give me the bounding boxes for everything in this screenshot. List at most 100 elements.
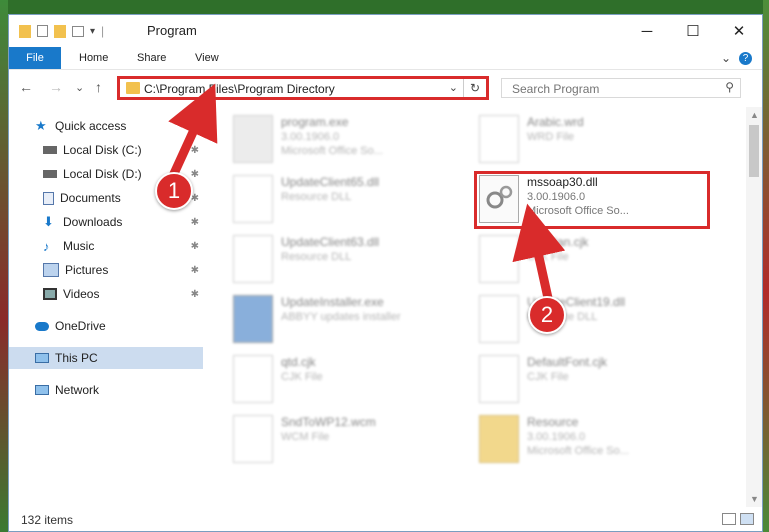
file-name: Resource	[527, 415, 579, 429]
forward-button[interactable]: →	[49, 79, 63, 95]
address-dropdown-icon[interactable]: ⌄	[449, 81, 458, 94]
sidebar-item-music[interactable]: ♪ Music ✱	[9, 235, 203, 257]
dll-file-icon	[479, 295, 519, 343]
sidebar-item-label: Pictures	[65, 263, 109, 277]
document-icon	[233, 415, 273, 463]
up-button[interactable]: ↑	[95, 79, 102, 95]
properties-icon[interactable]	[37, 25, 48, 37]
documents-icon	[43, 191, 54, 205]
sidebar-item-network[interactable]: Network	[9, 379, 203, 401]
sidebar-item-label: OneDrive	[55, 319, 106, 333]
maximize-button[interactable]: ☐	[670, 15, 716, 47]
desktop-background-right	[763, 0, 769, 532]
file-name: DefaultFont.cjk	[527, 355, 608, 369]
ribbon-tabs: File Home Share View ⌄ ?	[9, 47, 762, 70]
large-icons-view-icon[interactable]	[740, 513, 754, 525]
file-detail: ABBYY updates installer	[281, 311, 401, 323]
sidebar-item-label: Local Disk (D:)	[63, 167, 142, 181]
file-name: program.exe	[281, 115, 349, 129]
step-badge-2: 2	[528, 296, 566, 334]
scroll-down-icon[interactable]: ▼	[750, 494, 759, 504]
new-folder-icon[interactable]	[54, 24, 66, 38]
status-bar: 132 items	[9, 509, 762, 531]
file-name: SndToWP12.wcm	[281, 415, 376, 429]
dll-file-icon	[233, 235, 273, 283]
toolbar-dropdown-icon[interactable]: ▾	[90, 26, 95, 37]
download-icon: ⬇	[43, 214, 54, 229]
dll-file-icon	[233, 175, 273, 223]
list-item[interactable]: program.exe 3.00.1906.0 Microsoft Office…	[233, 111, 463, 167]
list-item[interactable]: UpdateClient65.dll Resource DLL	[233, 171, 463, 227]
sidebar-item-quick-access[interactable]: ★ Quick access	[9, 115, 203, 137]
vertical-scrollbar[interactable]: ▲ ▼	[746, 107, 762, 507]
tab-view[interactable]: View	[195, 52, 219, 64]
list-item[interactable]: qtd.cjk CJK File	[233, 351, 463, 407]
list-item[interactable]: DefaultFont.cjk CJK File	[479, 351, 709, 407]
file-list: program.exe 3.00.1906.0 Microsoft Office…	[209, 107, 739, 507]
list-item[interactable]: Resource 3.00.1906.0 Microsoft Office So…	[479, 411, 709, 467]
list-item[interactable]: Russian.cjk CJK File	[479, 231, 709, 287]
document-icon	[479, 355, 519, 403]
details-view-icon[interactable]	[722, 513, 736, 525]
search-input[interactable]	[510, 80, 714, 98]
file-detail: Resource DLL	[281, 191, 352, 203]
search-box[interactable]: ⚲	[501, 78, 741, 98]
pin-icon: ✱	[190, 240, 199, 252]
pin-icon: ✱	[190, 144, 199, 156]
tab-share[interactable]: Share	[137, 52, 166, 64]
sidebar-item-label: Local Disk (C:)	[63, 143, 142, 157]
file-name: Russian.cjk	[527, 235, 589, 249]
item-count: 132 items	[21, 513, 74, 527]
network-icon	[35, 385, 49, 395]
address-bar[interactable]: C:\Program Files\Program Directory ⌄ ↻	[117, 76, 489, 100]
help-icon[interactable]: ?	[739, 51, 752, 65]
list-item[interactable]: UpdateClient19.dll Resource DLL	[479, 291, 709, 347]
explorer-window: ▾ | Program ─ ☐ ✕ File Home Share View ⌄…	[8, 14, 763, 532]
file-detail: CJK File	[281, 371, 323, 383]
navigation-bar: ← → ⌄ ↑ C:\Program Files\Program Directo…	[9, 71, 762, 105]
sidebar-item-videos[interactable]: Videos ✱	[9, 283, 203, 305]
file-name: UpdateInstaller.exe	[281, 295, 384, 309]
search-icon[interactable]: ⚲	[725, 80, 734, 94]
tab-file[interactable]: File	[9, 47, 61, 69]
refresh-button[interactable]: ↻	[463, 79, 486, 97]
scroll-thumb[interactable]	[749, 125, 759, 177]
minimize-button[interactable]: ─	[624, 15, 670, 47]
sidebar-item-local-disk-c[interactable]: Local Disk (C:) ✱	[9, 139, 203, 161]
address-path[interactable]: C:\Program Files\Program Directory	[144, 82, 335, 96]
list-item[interactable]: UpdateClient63.dll Resource DLL	[233, 231, 463, 287]
recent-locations-button[interactable]: ⌄	[75, 81, 84, 94]
sidebar-item-label: Network	[55, 383, 100, 397]
back-button[interactable]: ←	[19, 79, 33, 95]
sidebar-item-label: Videos	[63, 287, 100, 301]
expand-ribbon-icon[interactable]: ⌄	[721, 51, 731, 65]
document-icon	[233, 355, 273, 403]
window-title: Program	[147, 23, 197, 38]
sidebar-item-pictures[interactable]: Pictures ✱	[9, 259, 203, 281]
music-icon: ♪	[43, 238, 50, 254]
highlight-box-file	[474, 171, 710, 229]
list-item[interactable]: SndToWP12.wcm WCM File	[233, 411, 463, 467]
sidebar-item-label: Downloads	[63, 215, 123, 229]
file-name: UpdateClient65.dll	[281, 175, 380, 189]
list-item[interactable]: UpdateInstaller.exe ABBYY updates instal…	[233, 291, 463, 347]
folder-icon	[126, 82, 140, 94]
scroll-up-icon[interactable]: ▲	[750, 110, 759, 120]
sidebar-item-downloads[interactable]: ⬇ Downloads ✱	[9, 211, 203, 233]
tab-home[interactable]: Home	[79, 52, 108, 64]
sidebar-item-onedrive[interactable]: OneDrive	[9, 315, 203, 337]
file-detail: CJK File	[527, 251, 569, 263]
exe-file-icon	[233, 115, 273, 163]
pin-icon: ✱	[190, 168, 199, 180]
sidebar-item-label: This PC	[55, 351, 98, 365]
file-detail: CJK File	[527, 371, 569, 383]
title-bar: ▾ | Program ─ ☐ ✕	[9, 15, 762, 47]
drive-icon	[43, 170, 57, 178]
document-icon	[479, 115, 519, 163]
sidebar-item-this-pc[interactable]: This PC	[9, 347, 203, 369]
pictures-icon	[43, 263, 59, 277]
customize-toolbar-icon[interactable]	[72, 25, 84, 37]
sidebar-item-label: Documents	[60, 191, 121, 205]
close-button[interactable]: ✕	[716, 15, 762, 47]
list-item[interactable]: Arabic.wrd WRD File	[479, 111, 709, 167]
